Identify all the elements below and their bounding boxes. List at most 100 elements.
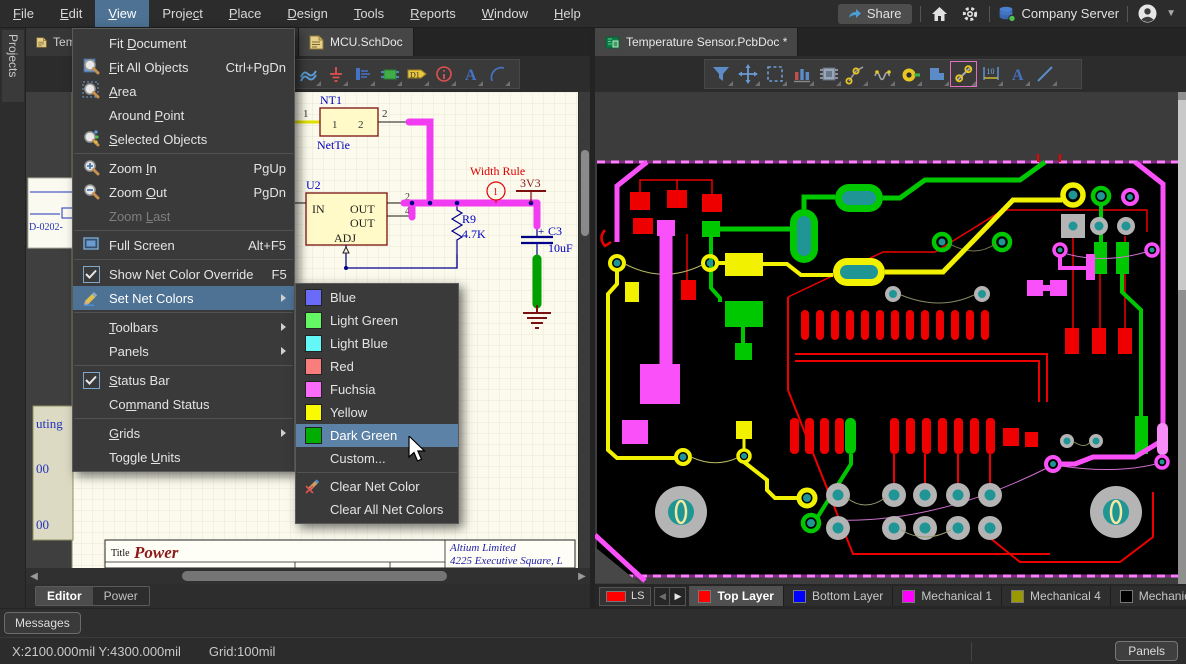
- scrollbar-thumb[interactable]: [182, 571, 447, 581]
- svg-text:OUT: OUT: [350, 202, 375, 216]
- text-icon[interactable]: A: [1004, 61, 1031, 87]
- menu-item-selected-objects[interactable]: Selected Objects: [73, 127, 294, 151]
- menu-item-panels[interactable]: Panels: [73, 339, 294, 363]
- menubar-item-window[interactable]: Window: [469, 0, 541, 27]
- menubar-item-project[interactable]: Project: [149, 0, 215, 27]
- pcb-canvas[interactable]: [595, 92, 1178, 584]
- dimension-icon[interactable]: 10: [977, 61, 1004, 87]
- company-server-button[interactable]: Company Server: [998, 6, 1120, 22]
- layer-scroll-left-icon[interactable]: ◀: [655, 588, 670, 605]
- layer-tab-mechanical-4[interactable]: Mechanical 4: [1002, 586, 1111, 606]
- menu-item-fit-document[interactable]: Fit Document: [73, 31, 294, 55]
- net-label-icon[interactable]: D1: [403, 61, 430, 87]
- menu-item-toolbars[interactable]: Toolbars: [73, 315, 294, 339]
- trace-icon[interactable]: [950, 61, 977, 87]
- select-area-icon[interactable]: [761, 61, 788, 87]
- menu-item-zoom-out[interactable]: Zoom OutPgDn: [73, 180, 294, 204]
- scroll-left-icon[interactable]: ◀: [26, 571, 42, 582]
- via-icon[interactable]: [896, 61, 923, 87]
- layer-tab-mechanical-16[interactable]: Mechanical 16: [1111, 586, 1186, 606]
- menu-item-label: Zoom Out: [109, 185, 167, 200]
- layer-tab-top-layer[interactable]: Top Layer: [689, 586, 783, 606]
- menu-item-show-net-color-override[interactable]: Show Net Color OverrideF5: [73, 262, 294, 286]
- menu-item-around-point[interactable]: Around Point: [73, 103, 294, 127]
- tab-power[interactable]: Power: [93, 587, 149, 605]
- tune-icon[interactable]: [869, 61, 896, 87]
- home-icon[interactable]: [929, 3, 951, 25]
- schematic-horizontal-scrollbar[interactable]: ◀ ▶: [26, 568, 590, 584]
- move-icon[interactable]: [734, 61, 761, 87]
- menu-item-area[interactable]: Area: [73, 79, 294, 103]
- layer-tab-label: Mechanical 16: [1139, 589, 1186, 603]
- doc-tab-mcu-schdoc[interactable]: MCU.SchDoc: [299, 28, 414, 56]
- layer-tab-bottom-layer[interactable]: Bottom Layer: [784, 586, 893, 606]
- divider: [920, 6, 921, 22]
- share-button[interactable]: Share: [838, 4, 912, 24]
- no-erc-icon[interactable]: [430, 61, 457, 87]
- panels-button[interactable]: Panels: [1115, 641, 1178, 661]
- layer-sets-button[interactable]: LS: [599, 587, 651, 606]
- menubar-item-edit[interactable]: Edit: [47, 0, 95, 27]
- svg-text:D-0202-: D-0202-: [29, 222, 63, 233]
- menu-item-status-bar[interactable]: Status Bar: [73, 368, 294, 392]
- menubar-item-tools[interactable]: Tools: [341, 0, 397, 27]
- svg-text:NT1: NT1: [320, 93, 342, 107]
- net-color-yellow[interactable]: Yellow: [296, 401, 458, 424]
- svg-text:Title: Title: [111, 548, 130, 559]
- wire-icon[interactable]: [295, 61, 322, 87]
- route-icon[interactable]: [842, 61, 869, 87]
- power-port-icon[interactable]: [322, 61, 349, 87]
- menu-item-set-net-colors[interactable]: Set Net Colors: [73, 286, 294, 310]
- doc-tab-temperature-sensor-pcbdoc[interactable]: Temperature Sensor.PcbDoc *: [595, 28, 798, 56]
- net-color-custom[interactable]: Custom...: [296, 447, 458, 470]
- part-icon[interactable]: [376, 61, 403, 87]
- menubar-item-file[interactable]: File: [0, 0, 47, 27]
- schematic-vertical-scrollbar[interactable]: [578, 92, 590, 568]
- pin-icon[interactable]: [349, 61, 376, 87]
- menu-item-full-screen[interactable]: Full ScreenAlt+F5: [73, 233, 294, 257]
- filter-icon[interactable]: [707, 61, 734, 87]
- menu-item-clear-all-net-colors[interactable]: Clear All Net Colors: [296, 498, 458, 521]
- scroll-right-icon[interactable]: ▶: [574, 571, 590, 582]
- layer-color-swatch: [902, 590, 915, 603]
- scrollbar-thumb[interactable]: [581, 150, 589, 236]
- net-color-dark-green[interactable]: Dark Green: [296, 424, 458, 447]
- svg-text:Width Rule: Width Rule: [470, 164, 525, 178]
- text-icon[interactable]: A: [457, 61, 484, 87]
- zoom-in-icon: [82, 158, 100, 179]
- layer-scroll-right-icon[interactable]: ▶: [670, 588, 685, 605]
- line-icon[interactable]: [1031, 61, 1058, 87]
- svg-text:10: 10: [986, 67, 994, 76]
- menubar-item-view[interactable]: View: [95, 0, 149, 27]
- menu-item-command-status[interactable]: Command Status: [73, 392, 294, 416]
- menubar-item-design[interactable]: Design: [274, 0, 340, 27]
- color-swatch: [305, 427, 322, 444]
- user-avatar[interactable]: [1136, 3, 1158, 25]
- component-icon[interactable]: [815, 61, 842, 87]
- menubar-item-help[interactable]: Help: [541, 0, 594, 27]
- layer-tab-mechanical-1[interactable]: Mechanical 1: [893, 586, 1002, 606]
- net-color-light-blue[interactable]: Light Blue: [296, 332, 458, 355]
- menu-item-zoom-in[interactable]: Zoom InPgUp: [73, 156, 294, 180]
- pad-icon[interactable]: [788, 61, 815, 87]
- tab-editor[interactable]: Editor: [36, 587, 93, 605]
- menu-item-clear-net-color[interactable]: Clear Net Color: [296, 475, 458, 498]
- menu-item-fit-all-objects[interactable]: Fit All ObjectsCtrl+PgDn: [73, 55, 294, 79]
- scrollbar-thumb[interactable]: [1178, 100, 1186, 290]
- net-color-fuchsia[interactable]: Fuchsia: [296, 378, 458, 401]
- arc-icon[interactable]: [484, 61, 511, 87]
- messages-button[interactable]: Messages: [4, 612, 81, 634]
- menu-item-grids[interactable]: Grids: [73, 421, 294, 445]
- chevron-down-icon[interactable]: ▼: [1166, 8, 1176, 19]
- polygon-icon[interactable]: [923, 61, 950, 87]
- net-color-red[interactable]: Red: [296, 355, 458, 378]
- net-color-blue[interactable]: Blue: [296, 286, 458, 309]
- sidebar-tab-projects[interactable]: Projects: [2, 30, 24, 102]
- menu-item-toggle-units[interactable]: Toggle Units: [73, 445, 294, 469]
- pcb-vertical-scrollbar[interactable]: [1178, 92, 1186, 584]
- menubar-item-place[interactable]: Place: [216, 0, 275, 27]
- gear-icon[interactable]: [959, 3, 981, 25]
- menubar-item-reports[interactable]: Reports: [397, 0, 469, 27]
- color-swatch: [305, 404, 322, 421]
- net-color-light-green[interactable]: Light Green: [296, 309, 458, 332]
